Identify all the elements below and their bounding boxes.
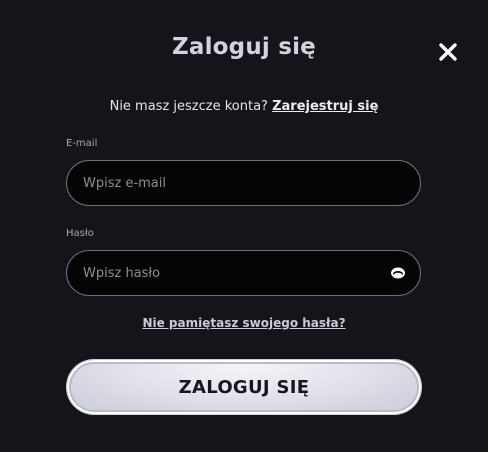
login-modal: Zaloguj się Nie masz jeszcze konta? Zare… (0, 0, 488, 452)
password-field[interactable] (83, 251, 383, 295)
email-field-wrapper (66, 160, 421, 206)
email-field[interactable] (83, 161, 383, 205)
email-label: E-mail (66, 138, 98, 149)
close-icon[interactable] (436, 40, 460, 64)
forgot-password-link[interactable]: Nie pamiętasz swojego hasła? (0, 316, 488, 330)
eye-icon[interactable] (390, 266, 406, 280)
signup-prompt-line: Nie masz jeszcze konta? Zarejestruj się (0, 99, 488, 114)
password-label: Hasło (66, 228, 94, 239)
signup-link[interactable]: Zarejestruj się (272, 99, 378, 114)
signup-prompt-text: Nie masz jeszcze konta? (109, 99, 268, 114)
login-button[interactable]: ZALOGUJ SIĘ (67, 360, 421, 414)
password-field-wrapper (66, 250, 421, 296)
modal-title: Zaloguj się (172, 34, 316, 60)
